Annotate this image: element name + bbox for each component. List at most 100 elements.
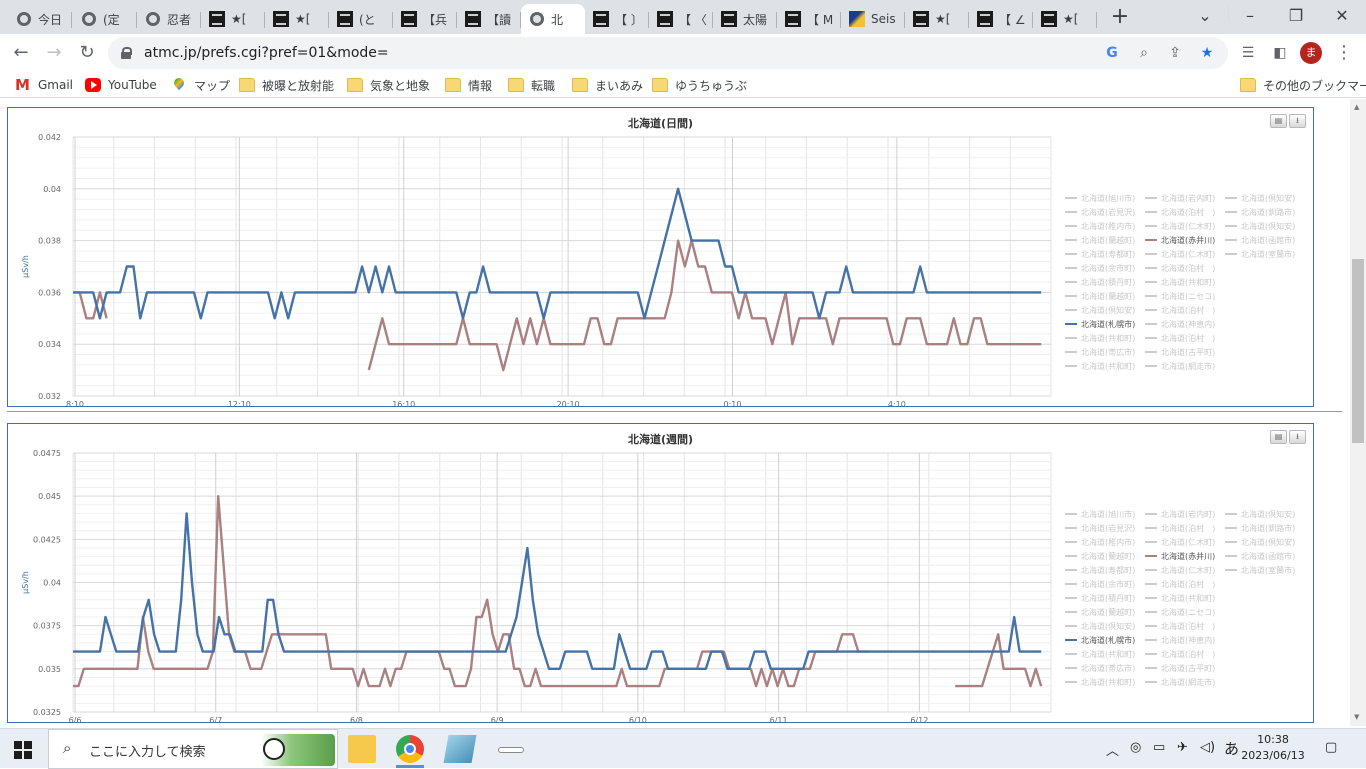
tab-search-chevron-icon[interactable]: ⌄ — [1193, 4, 1217, 28]
bookmark-item[interactable]: まいあみ — [572, 76, 643, 94]
bookmark-item[interactable]: マップ — [171, 76, 230, 94]
legend-item[interactable]: 北海道(共和町) — [1065, 361, 1135, 371]
zoom-icon[interactable]: ⌕ — [1135, 44, 1153, 62]
bookmark-item[interactable]: 被曝と放射能 — [239, 76, 334, 94]
legend-item[interactable]: 北海道(泊村 ) — [1145, 579, 1215, 589]
browser-tab[interactable]: ★[ — [265, 4, 329, 34]
url-text[interactable]: atmc.jp/prefs.cgi?pref=01&mode= — [144, 45, 389, 61]
legend-item[interactable]: 北海道(岩見沢) — [1065, 523, 1135, 533]
legend-item[interactable]: 北海道(札幌市) — [1065, 319, 1135, 329]
browser-tab[interactable]: 今日 — [8, 4, 72, 34]
menu-kebab-icon[interactable]: ⋮ — [1332, 41, 1356, 65]
tray-expand-icon[interactable]: ︿ — [1106, 740, 1119, 759]
bookmark-item[interactable]: ゆうちゅうぶ — [652, 76, 747, 94]
chrome-icon[interactable] — [396, 735, 424, 763]
scroll-up-icon[interactable]: ▲ — [1354, 103, 1359, 111]
legend-item[interactable]: 北海道(倶知安) — [1065, 621, 1135, 631]
legend-item[interactable]: 北海道(蘭越町) — [1065, 235, 1135, 245]
legend-item[interactable]: 北海道(岩見沢) — [1065, 207, 1135, 217]
browser-tab[interactable]: 【 〈 — [649, 4, 713, 34]
legend-item[interactable]: 北海道(共和町) — [1065, 649, 1135, 659]
legend-item[interactable]: 北海道(倶知安) — [1225, 537, 1295, 547]
browser-tab[interactable]: ★[ — [201, 4, 265, 34]
legend-item[interactable]: 北海道(泊村 ) — [1145, 333, 1215, 343]
browser-tab[interactable]: (と — [329, 4, 393, 34]
legend-item[interactable]: 北海道(共和町) — [1065, 677, 1135, 687]
legend-item[interactable]: 北海道(泊村 ) — [1145, 305, 1215, 315]
legend-item[interactable]: 北海道(ニセコ) — [1145, 291, 1215, 301]
legend-item[interactable]: 北海道(蘭越町) — [1065, 291, 1135, 301]
legend-item[interactable]: 北海道(泊村 ) — [1145, 649, 1215, 659]
legend-item[interactable]: 北海道(釧路市) — [1225, 207, 1295, 217]
legend-item[interactable]: 北海道(神恵内) — [1145, 635, 1215, 645]
battery-icon[interactable]: ▭ — [1153, 740, 1165, 755]
legend-item[interactable]: 北海道(帯広市) — [1065, 347, 1135, 357]
legend-item[interactable]: 北海道(倶知安) — [1065, 305, 1135, 315]
legend-item[interactable]: 北海道(網走市) — [1145, 677, 1215, 687]
legend-item[interactable]: 北海道(岩内町) — [1145, 509, 1215, 519]
browser-tab[interactable]: 【 ∠ — [969, 4, 1033, 34]
legend-item[interactable]: 北海道(稚内市) — [1065, 221, 1135, 231]
profile-avatar[interactable]: ま — [1300, 42, 1322, 64]
legend-item[interactable]: 北海道(赤井川) — [1145, 551, 1215, 561]
legend-item[interactable]: 北海道(古平町) — [1145, 663, 1215, 673]
bookmark-star-icon[interactable]: ★ — [1198, 44, 1216, 62]
browser-tab[interactable]: 【兵 — [393, 4, 457, 34]
soccer-search-highlight-icon[interactable] — [261, 734, 335, 766]
legend-item[interactable]: 北海道(泊村 ) — [1145, 207, 1215, 217]
legend-item[interactable]: 北海道(帯広市) — [1065, 663, 1135, 673]
legend-item[interactable]: 北海道(泊村 ) — [1145, 523, 1215, 533]
legend-item[interactable]: 北海道(共和町) — [1145, 277, 1215, 287]
legend-item[interactable]: 北海道(稚内市) — [1065, 537, 1135, 547]
legend-item[interactable]: 北海道(仁木町) — [1145, 537, 1215, 547]
bookmark-item[interactable]: YouTube — [85, 76, 157, 94]
browser-tab[interactable]: (定 — [73, 4, 137, 34]
browser-tab[interactable]: ★[ — [905, 4, 969, 34]
side-panel-icon[interactable]: ◧ — [1268, 41, 1292, 65]
legend-item[interactable]: 北海道(網走市) — [1145, 361, 1215, 371]
legend-item[interactable]: 北海道(室蘭市) — [1225, 565, 1295, 575]
legend-item[interactable]: 北海道(室蘭市) — [1225, 249, 1295, 259]
legend-item[interactable]: 北海道(赤井川) — [1145, 235, 1215, 245]
browser-tab[interactable]: 【 〕 — [585, 4, 649, 34]
file-explorer-icon[interactable] — [348, 735, 376, 763]
legend-item[interactable]: 北海道(泊村 ) — [1145, 621, 1215, 631]
series-line[interactable] — [73, 187, 1042, 320]
legend-item[interactable]: 北海道(蘭越町) — [1065, 551, 1135, 561]
lock-icon[interactable] — [121, 47, 132, 59]
browser-tab[interactable]: 北 — [521, 4, 585, 34]
reload-icon[interactable]: ↻ — [75, 41, 99, 65]
legend-item[interactable]: 北海道(倶知安) — [1225, 221, 1295, 231]
notepad-app-icon[interactable] — [443, 735, 477, 763]
scroll-thumb[interactable] — [1352, 259, 1364, 443]
legend-item[interactable]: 北海道(神恵内) — [1145, 319, 1215, 329]
close-window-button[interactable]: ✕ — [1330, 4, 1354, 28]
legend-item[interactable]: 北海道(共和町) — [1145, 593, 1215, 603]
address-bar[interactable]: atmc.jp/prefs.cgi?pref=01&mode= G ⌕ ⇪ ★ — [108, 37, 1228, 69]
legend-item[interactable]: 北海道(泊村 ) — [1145, 263, 1215, 273]
legend-item[interactable]: 北海道(古平町) — [1145, 347, 1215, 357]
windows-start-icon[interactable] — [14, 741, 32, 759]
bookmark-item[interactable]: 情報 — [445, 76, 492, 94]
legend-item[interactable]: 北海道(旭川市) — [1065, 193, 1135, 203]
browser-tab[interactable]: 【 M — [777, 4, 841, 34]
minimize-button[interactable]: – — [1238, 4, 1262, 28]
browser-tab[interactable]: 忍者 — [137, 4, 201, 34]
other-bookmarks[interactable]: その他のブックマーク — [1240, 76, 1366, 94]
legend-item[interactable]: 北海道(倶知安) — [1225, 193, 1295, 203]
legend-item[interactable]: 北海道(函館市) — [1225, 551, 1295, 561]
legend-item[interactable]: 北海道(寿都町) — [1065, 565, 1135, 575]
legend-item[interactable]: 北海道(蘭越町) — [1065, 607, 1135, 617]
legend-item[interactable]: 北海道(仁木町) — [1145, 565, 1215, 575]
back-arrow-icon[interactable]: ← — [9, 41, 33, 65]
legend-item[interactable]: 北海道(札幌市) — [1065, 635, 1135, 645]
legend-item[interactable]: 北海道(仁木町) — [1145, 221, 1215, 231]
share-icon[interactable]: ⇪ — [1166, 44, 1184, 62]
legend-item[interactable]: 北海道(ニセコ) — [1145, 607, 1215, 617]
airplane-app-icon[interactable] — [496, 735, 524, 763]
legend-item[interactable]: 北海道(積丹町) — [1065, 593, 1135, 603]
browser-tab[interactable]: 【讀 — [457, 4, 521, 34]
legend-item[interactable]: 北海道(仁木町) — [1145, 249, 1215, 259]
legend-item[interactable]: 北海道(倶知安) — [1225, 509, 1295, 519]
browser-tab[interactable]: Seis — [841, 4, 905, 34]
